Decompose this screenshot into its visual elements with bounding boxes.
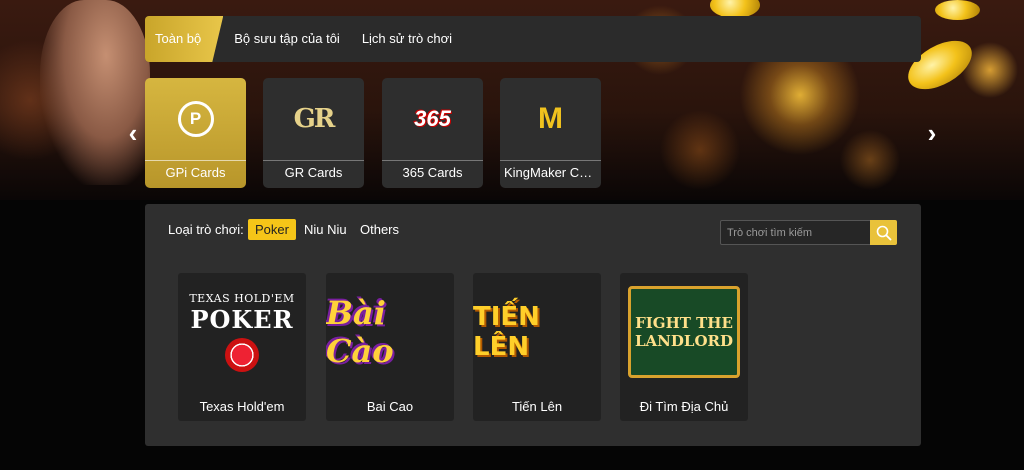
game-panel: Loại trò chơi: Poker Niu Niu Others TEXA… xyxy=(145,204,921,446)
thumbnail-title: LANDLORD xyxy=(635,332,733,350)
thumbnail-title: TEXAS HOLD'EM xyxy=(189,292,295,305)
filter-niu-niu[interactable]: Niu Niu xyxy=(297,219,354,240)
filter-poker[interactable]: Poker xyxy=(248,219,296,240)
game-title: Tiến Lên xyxy=(511,399,563,414)
game-title: Đi Tìm Địa Chủ xyxy=(639,399,729,414)
chevron-right-icon[interactable]: › xyxy=(924,120,940,146)
game-thumbnail: FIGHT THE LANDLORD xyxy=(620,273,748,391)
hero-character-image xyxy=(40,0,150,185)
tab-my-collection[interactable]: Bộ sưu tập của tôi xyxy=(223,16,351,62)
game-title: Bai Cao xyxy=(366,399,414,414)
provider-logo: P xyxy=(145,78,246,160)
thumbnail-title: POKER xyxy=(190,305,294,334)
thumbnail-title: Bài Cào xyxy=(326,294,394,370)
gpi-logo-icon: P xyxy=(177,101,214,137)
provider-card-gr[interactable]: GR GR Cards xyxy=(263,78,364,188)
chevron-left-icon[interactable]: ‹ xyxy=(125,120,141,146)
thumbnail-title: TIẾN LÊN xyxy=(473,302,540,362)
game-title: Texas Hold'em xyxy=(199,399,285,414)
poker-chip-icon xyxy=(225,338,259,372)
provider-logo: M xyxy=(500,78,601,160)
game-card-texas-holdem[interactable]: TEXAS HOLD'EM POKER Texas Hold'em xyxy=(178,273,306,421)
game-thumbnail: TIẾN LÊN xyxy=(473,273,601,391)
search-icon xyxy=(876,225,891,240)
provider-logo: GR xyxy=(263,78,364,160)
game-card-di-tim-dia-chu[interactable]: FIGHT THE LANDLORD Đi Tìm Địa Chủ xyxy=(620,273,748,421)
provider-card-kingmaker[interactable]: M KingMaker Ca... xyxy=(500,78,601,188)
search-input[interactable] xyxy=(720,220,871,245)
tab-all[interactable]: Toàn bộ xyxy=(145,16,224,62)
gold-coin-image xyxy=(935,0,980,20)
game-thumbnail: Bài Cào xyxy=(326,273,454,391)
provider-label: GR Cards xyxy=(263,160,364,188)
provider-card-365[interactable]: 365 365 Cards xyxy=(382,78,483,188)
provider-label: KingMaker Ca... xyxy=(500,160,601,188)
filter-others[interactable]: Others xyxy=(353,219,406,240)
provider-label: GPi Cards xyxy=(145,160,246,188)
thumbnail-title: FIGHT THE xyxy=(635,314,733,332)
game-card-bai-cao[interactable]: Bài Cào Bai Cao xyxy=(326,273,454,421)
kingmaker-logo-icon: M xyxy=(538,102,563,135)
top-tab-bar: Toàn bộ Bộ sưu tập của tôi Lịch sử trò c… xyxy=(145,16,921,62)
game-card-tien-len[interactable]: TIẾN LÊN Tiến Lên xyxy=(473,273,601,421)
game-type-label: Loại trò chơi: xyxy=(168,222,244,237)
tab-game-history[interactable]: Lịch sử trò chơi xyxy=(351,16,463,62)
game-thumbnail: TEXAS HOLD'EM POKER xyxy=(178,273,306,391)
provider-logo: 365 xyxy=(382,78,483,160)
search-button[interactable] xyxy=(870,220,897,245)
gr-logo-icon: GR xyxy=(293,104,336,134)
provider-label: 365 Cards xyxy=(382,160,483,188)
provider-card-gpi[interactable]: P GPi Cards xyxy=(145,78,246,188)
365-logo-icon: 365 xyxy=(414,106,451,131)
